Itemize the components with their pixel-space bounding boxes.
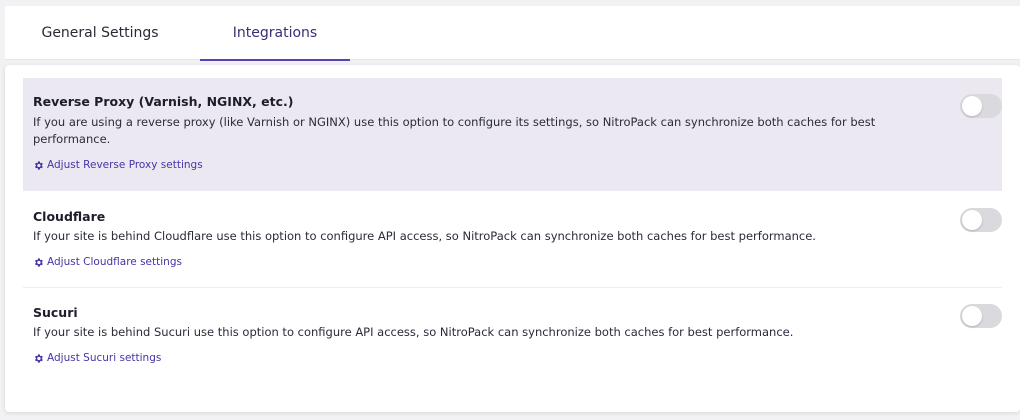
adjust-link-label: Adjust Reverse Proxy settings bbox=[47, 159, 203, 171]
adjust-sucuri-link[interactable]: Adjust Sucuri settings bbox=[33, 352, 161, 364]
adjust-link-label: Adjust Cloudflare settings bbox=[47, 256, 182, 268]
integration-row-reverse-proxy: Reverse Proxy (Varnish, NGINX, etc.) If … bbox=[23, 78, 1002, 191]
toggle-knob bbox=[962, 210, 982, 230]
integration-title: Cloudflare bbox=[33, 209, 106, 224]
integration-title: Sucuri bbox=[33, 305, 78, 320]
gear-icon bbox=[34, 257, 43, 267]
adjust-cloudflare-link[interactable]: Adjust Cloudflare settings bbox=[33, 256, 182, 268]
integrations-panel: Reverse Proxy (Varnish, NGINX, etc.) If … bbox=[5, 65, 1020, 412]
integration-row-sucuri: Sucuri If your site is behind Sucuri use… bbox=[23, 288, 1002, 385]
toggle-knob bbox=[962, 96, 982, 116]
integration-description: If you are using a reverse proxy (like V… bbox=[33, 115, 876, 146]
tab-integrations[interactable]: Integrations bbox=[200, 6, 350, 61]
integration-description: If your site is behind Sucuri use this o… bbox=[33, 325, 794, 339]
adjust-reverse-proxy-link[interactable]: Adjust Reverse Proxy settings bbox=[33, 159, 203, 171]
integration-row-cloudflare: Cloudflare If your site is behind Cloudf… bbox=[23, 191, 1002, 288]
gear-icon bbox=[34, 160, 43, 170]
integration-description: If your site is behind Cloudflare use th… bbox=[33, 229, 816, 243]
tab-general-settings[interactable]: General Settings bbox=[5, 6, 195, 60]
toggle-knob bbox=[962, 306, 982, 326]
tab-bar: General Settings Integrations bbox=[5, 6, 1020, 61]
gear-icon bbox=[34, 353, 43, 363]
reverse-proxy-toggle[interactable] bbox=[960, 94, 1002, 118]
adjust-link-label: Adjust Sucuri settings bbox=[47, 352, 162, 364]
integration-title: Reverse Proxy (Varnish, NGINX, etc.) bbox=[33, 94, 294, 109]
sucuri-toggle[interactable] bbox=[960, 304, 1002, 328]
cloudflare-toggle[interactable] bbox=[960, 208, 1002, 232]
